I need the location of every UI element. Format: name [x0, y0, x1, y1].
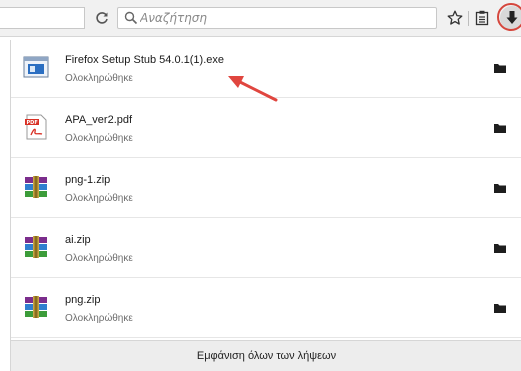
file-name: Firefox Setup Stub 54.0.1(1).exe — [65, 54, 224, 66]
file-name: ai.zip — [65, 234, 91, 246]
reload-button[interactable] — [93, 9, 111, 27]
download-status: Ολοκληρώθηκε — [65, 133, 133, 144]
toolbar-separator — [468, 11, 469, 26]
url-bar[interactable] — [0, 7, 85, 29]
show-all-downloads-button[interactable]: Εμφάνιση όλων των λήψεων — [11, 340, 521, 371]
search-icon — [124, 11, 138, 25]
open-folder-button[interactable] — [491, 119, 509, 137]
open-folder-button[interactable] — [491, 239, 509, 257]
download-status: Ολοκληρώθηκε — [65, 193, 133, 204]
svg-text:PDF: PDF — [27, 120, 38, 126]
folder-icon — [494, 244, 506, 253]
file-name: png.zip — [65, 294, 101, 306]
open-folder-button[interactable] — [491, 59, 509, 77]
download-arrow-icon — [506, 11, 518, 24]
download-item[interactable]: Firefox Setup Stub 54.0.1(1).exe Ολοκληρ… — [11, 40, 521, 98]
folder-icon — [494, 64, 506, 73]
reload-icon — [96, 12, 108, 24]
archive-icon — [25, 296, 47, 318]
downloads-panel: Firefox Setup Stub 54.0.1(1).exe Ολοκληρ… — [10, 40, 521, 371]
installer-icon — [23, 56, 49, 78]
search-input[interactable] — [140, 8, 430, 28]
download-status: Ολοκληρώθηκε — [65, 313, 133, 324]
download-status: Ολοκληρώθηκε — [65, 253, 133, 264]
download-status: Ολοκληρώθηκε — [65, 73, 133, 84]
bookmark-button[interactable] — [446, 9, 464, 27]
reading-list-button[interactable] — [473, 9, 491, 27]
download-item[interactable]: png-1.zip Ολοκληρώθηκε — [11, 160, 521, 218]
folder-icon — [494, 124, 506, 133]
download-item[interactable]: PDF APA_ver2.pdf Ολοκληρώθηκε — [11, 100, 521, 158]
file-name: png-1.zip — [65, 174, 111, 186]
archive-icon — [25, 176, 47, 198]
download-item[interactable]: ai.zip Ολοκληρώθηκε — [11, 220, 521, 278]
archive-icon — [25, 236, 47, 258]
search-bar[interactable] — [117, 7, 437, 29]
open-folder-button[interactable] — [491, 299, 509, 317]
show-all-downloads-label: Εμφάνιση όλων των λήψεων — [196, 350, 337, 362]
folder-icon — [494, 304, 506, 313]
reading-list-icon — [475, 10, 489, 26]
pdf-icon: PDF — [25, 114, 47, 140]
file-name: APA_ver2.pdf — [65, 114, 133, 126]
navigation-toolbar — [0, 0, 521, 37]
downloads-button[interactable] — [500, 6, 521, 30]
star-icon — [447, 10, 463, 25]
browser-window: Firefox Setup Stub 54.0.1(1).exe Ολοκληρ… — [0, 0, 521, 371]
open-folder-button[interactable] — [491, 179, 509, 197]
download-item[interactable]: png.zip Ολοκληρώθηκε — [11, 280, 521, 338]
folder-icon — [494, 184, 506, 193]
